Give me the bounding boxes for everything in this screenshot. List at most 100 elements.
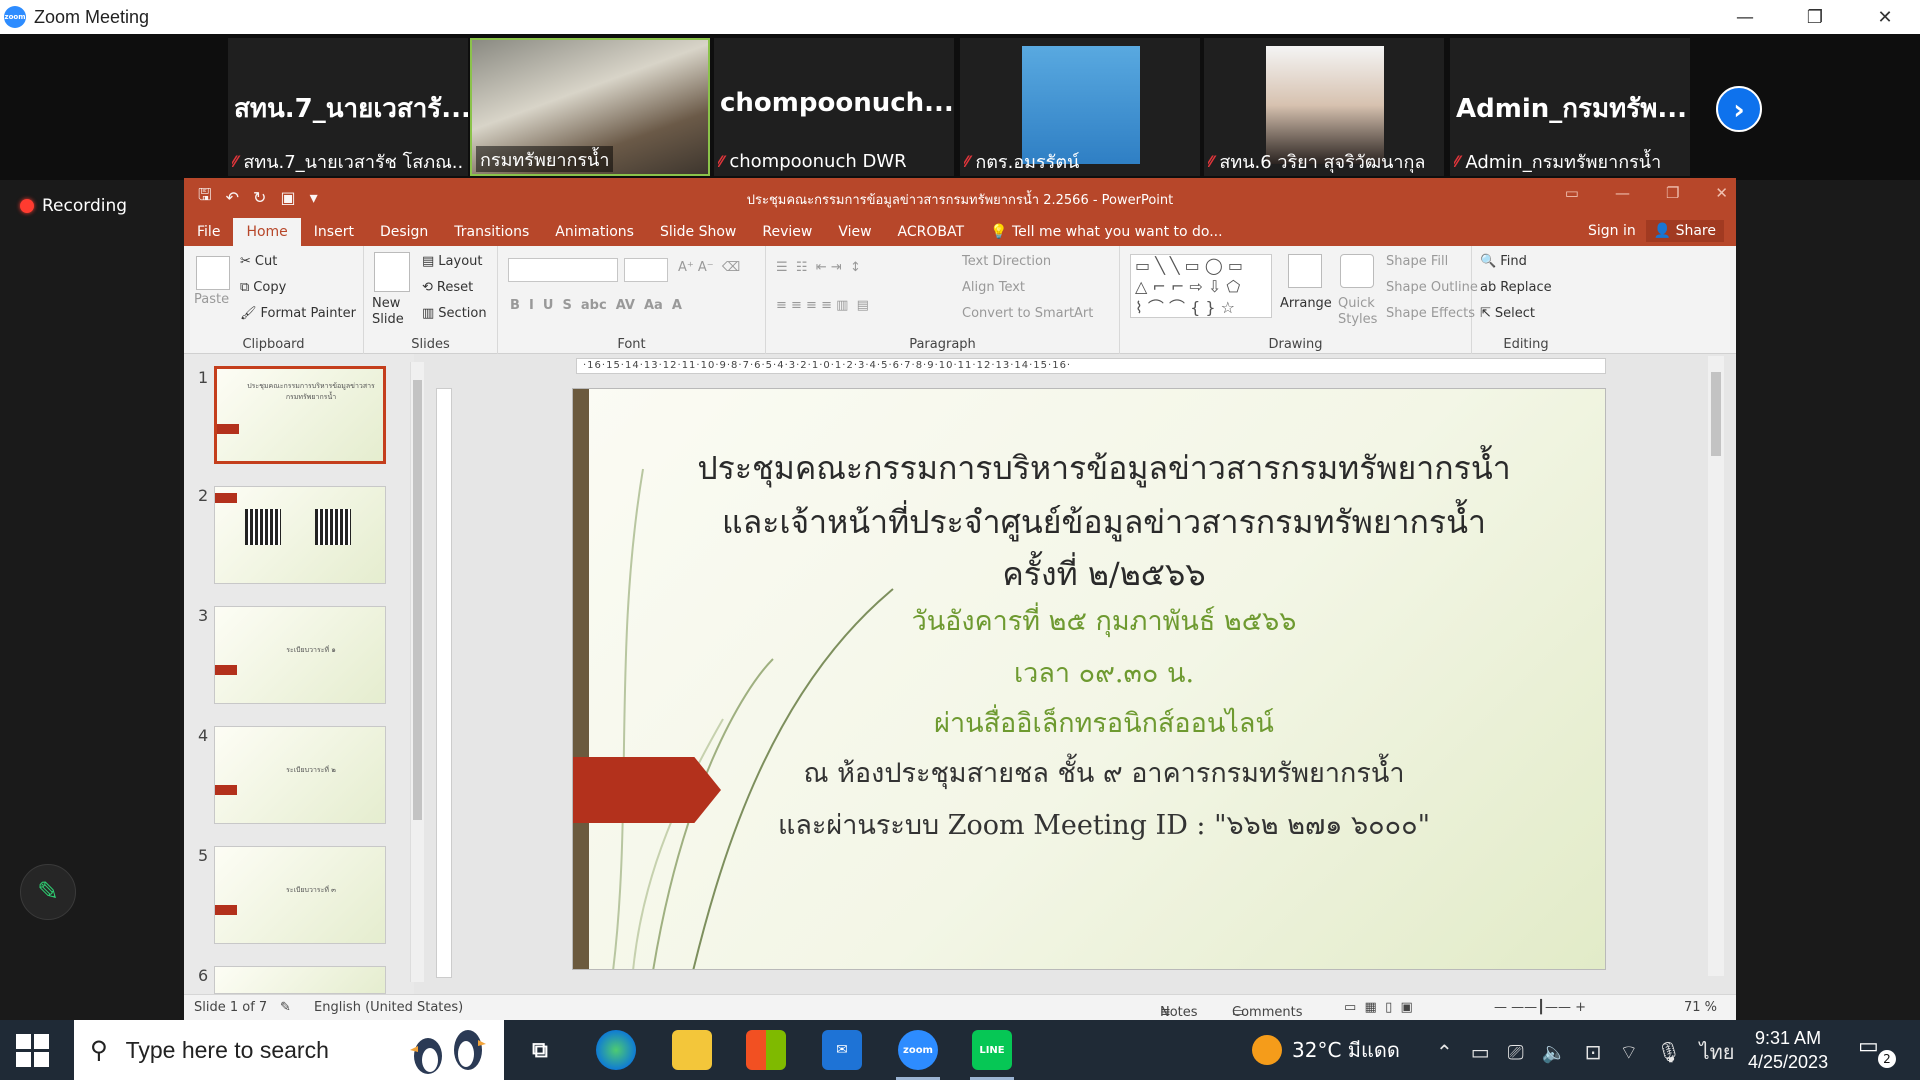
shape-fill-button[interactable]: Shape Fill <box>1386 254 1448 269</box>
editing-group: 🔍 Find ab Replace ⇱ Select Editing <box>1472 246 1580 354</box>
language-indicator[interactable]: English (United States) <box>314 1000 463 1015</box>
slide-thumbnail-1[interactable]: ประชุมคณะกรรมการบริหารข้อมูลข่าวสารกรมทร… <box>214 366 386 464</box>
volume-icon[interactable]: 🔈 <box>1542 1040 1567 1064</box>
participant-tile[interactable]: chompoonuch... ⁄⁄ chompoonuch DWR <box>714 38 954 176</box>
lightbulb-icon: 💡 <box>990 224 1012 240</box>
tab-insert[interactable]: Insert <box>301 218 367 246</box>
tab-transitions[interactable]: Transitions <box>441 218 542 246</box>
file-explorer-icon[interactable] <box>672 1030 712 1070</box>
align-text-button[interactable]: Align Text <box>962 280 1025 295</box>
language-indicator[interactable]: ไทย <box>1700 1036 1735 1068</box>
tab-view[interactable]: View <box>825 218 884 246</box>
scissors-icon: ✂ <box>240 254 251 269</box>
recording-label: Recording <box>42 196 128 216</box>
font-name-combo[interactable] <box>508 258 618 282</box>
list-buttons-icon[interactable]: ☰ ☷ ⇤ ⇥ ↕ <box>776 260 861 275</box>
microphone-icon[interactable]: 🎙 <box>1656 1040 1681 1064</box>
replace-button[interactable]: ab Replace <box>1480 280 1552 295</box>
new-slide-button[interactable]: New Slide <box>372 296 418 328</box>
weather-widget[interactable]: 32°C มีแดด <box>1252 1034 1400 1066</box>
shape-outline-button[interactable]: Shape Outline <box>1386 280 1478 295</box>
spellcheck-icon[interactable]: ✎ <box>280 1000 291 1015</box>
grow-shrink-font-icon[interactable]: A⁺ A⁻ ⌫ <box>678 260 740 275</box>
tab-slide-show[interactable]: Slide Show <box>647 218 749 246</box>
slide-thumbnail-6[interactable] <box>214 966 386 994</box>
mail-icon[interactable]: ✉ <box>822 1030 862 1070</box>
tab-animations[interactable]: Animations <box>542 218 647 246</box>
annotate-pencil-icon[interactable]: ✎ <box>20 864 76 920</box>
slide-thumbnail-2[interactable] <box>214 486 386 584</box>
copy-label: Copy <box>253 280 287 295</box>
quick-styles-button[interactable]: Quick Styles <box>1338 296 1378 328</box>
sign-in-link[interactable]: Sign in <box>1588 223 1636 239</box>
restore-button[interactable]: ❐ <box>1780 0 1850 34</box>
zoom-slider[interactable]: — ——┃—— + <box>1494 1000 1586 1015</box>
paste-button[interactable]: Paste <box>194 292 229 307</box>
zoom-level[interactable]: 71 % <box>1684 1000 1717 1015</box>
scroll-thumb[interactable] <box>1711 372 1721 456</box>
thumbnail-scrollbar[interactable] <box>410 362 424 982</box>
copy-button[interactable]: ⧉ Copy <box>240 280 286 295</box>
microsoft-store-icon[interactable] <box>746 1030 786 1070</box>
tab-review[interactable]: Review <box>749 218 825 246</box>
tab-acrobat[interactable]: ACROBAT <box>885 218 978 246</box>
battery-icon[interactable]: ▭ <box>1471 1040 1490 1064</box>
align-buttons-icon[interactable]: ≡ ≡ ≡ ≡ ▥ ▤ <box>776 298 869 313</box>
next-page-button[interactable]: › <box>1716 86 1762 132</box>
ppt-restore-button[interactable]: ❐ <box>1666 184 1679 202</box>
wifi-icon[interactable]: ⌔ <box>1619 1040 1638 1065</box>
scroll-thumb[interactable] <box>413 380 422 820</box>
taskbar-search[interactable]: ⚲ Type here to search <box>74 1020 504 1080</box>
close-button[interactable]: ✕ <box>1850 0 1920 34</box>
taskbar-clock[interactable]: 9:31 AM 4/25/2023 <box>1748 1026 1828 1074</box>
participant-tile[interactable]: Admin_กรมทรัพ... ⁄⁄ Admin_กรมทรัพยากรน้ำ <box>1450 38 1690 176</box>
participant-tile[interactable]: ⁄⁄ กตร.อมรรัตน์ <box>960 38 1200 176</box>
layout-button[interactable]: ▤ Layout <box>422 254 483 269</box>
paragraph-group: ☰ ☷ ⇤ ⇥ ↕ ≡ ≡ ≡ ≡ ▥ ▤ Text Direction Ali… <box>766 246 1120 354</box>
minimize-button[interactable]: — <box>1710 0 1780 34</box>
shapes-gallery[interactable]: ▭ ╲ ╲ ▭ ◯ ▭ △ ⌐ ⌐ ⇨ ⇩ ⬠ ⌇ ⌒ ⌒ { } ☆ <box>1130 254 1272 318</box>
find-button[interactable]: 🔍 Find <box>1480 254 1527 269</box>
slide-thumbnail-5[interactable]: ระเบียบวาระที่ ๓ <box>214 846 386 944</box>
notification-center-icon[interactable]: ▭ 2 <box>1858 1034 1898 1068</box>
shape-effects-button[interactable]: Shape Effects <box>1386 306 1475 321</box>
participant-tile[interactable]: สทน.7_นายเวสารั... ⁄⁄ สทน.7_นายเวสารัช โส… <box>228 38 468 176</box>
arrange-button[interactable]: Arrange <box>1280 296 1332 311</box>
participant-tile-active[interactable]: กรมทรัพยากรน้ำ <box>470 38 710 176</box>
share-button[interactable]: 👤 Share <box>1645 220 1724 242</box>
zoom-taskbar-icon[interactable]: zoom <box>898 1030 938 1070</box>
display-icon[interactable]: ⊡ <box>1585 1040 1602 1064</box>
tab-home[interactable]: Home <box>233 218 301 246</box>
editor-scrollbar[interactable] <box>1708 356 1724 976</box>
tab-file[interactable]: File <box>184 218 233 246</box>
slide-thumbnail-3[interactable]: ระเบียบวาระที่ ๑ <box>214 606 386 704</box>
chevron-up-icon[interactable]: ⌃ <box>1436 1040 1453 1064</box>
line-app-icon[interactable]: LINE <box>972 1030 1012 1070</box>
slide-thumbnail-4[interactable]: ระเบียบวาระที่ ๒ <box>214 726 386 824</box>
slide-zoom-id-line: และผ่านระบบ Zoom Meeting ID : "๖๖๒ ๒๗๑ ๖… <box>777 810 1431 841</box>
task-view-icon[interactable]: ⧉ <box>520 1030 560 1070</box>
tab-design[interactable]: Design <box>367 218 441 246</box>
horizontal-ruler: ·16·15·14·13·12·11·10·9·8·7·6·5·4·3·2·1·… <box>576 358 1606 374</box>
section-button[interactable]: ▥ Section <box>422 306 487 321</box>
ppt-minimize-button[interactable]: — <box>1615 184 1630 202</box>
edge-browser-icon[interactable] <box>596 1030 636 1070</box>
slide-time-line: เวลา ๐๙.๓๐ น. <box>1013 658 1195 689</box>
select-button[interactable]: ⇱ Select <box>1480 306 1535 321</box>
font-size-combo[interactable] <box>624 258 668 282</box>
cut-button[interactable]: ✂ Cut <box>240 254 277 269</box>
convert-smartart-button[interactable]: Convert to SmartArt <box>962 306 1093 321</box>
format-buttons-icon[interactable]: B I U S abc AV Aa A <box>510 298 682 313</box>
participant-tile[interactable]: ⁄⁄ สทน.6 วริยา สุจริวัฒนากุล <box>1204 38 1444 176</box>
windows-start-icon[interactable] <box>16 1034 50 1068</box>
slide-canvas[interactable]: ประชุมคณะกรรมการบริหารข้อมูลข่าวสารกรมทร… <box>572 388 1606 970</box>
ribbon-display-icon[interactable]: ▭ <box>1565 184 1579 202</box>
tell-me-box[interactable]: 💡 Tell me what you want to do... <box>977 218 1236 246</box>
recording-indicator[interactable]: Recording <box>20 196 127 216</box>
format-painter-button[interactable]: 🖌 Format Painter <box>240 306 356 321</box>
meet-now-icon[interactable]: ⎚ <box>1508 1040 1524 1064</box>
text-direction-button[interactable]: Text Direction <box>962 254 1051 269</box>
ppt-close-button[interactable]: ✕ <box>1715 184 1728 202</box>
reset-button[interactable]: ⟲ Reset <box>422 280 473 295</box>
view-buttons-icon[interactable]: ▭ ▦ ▯ ▣ <box>1344 1000 1413 1015</box>
